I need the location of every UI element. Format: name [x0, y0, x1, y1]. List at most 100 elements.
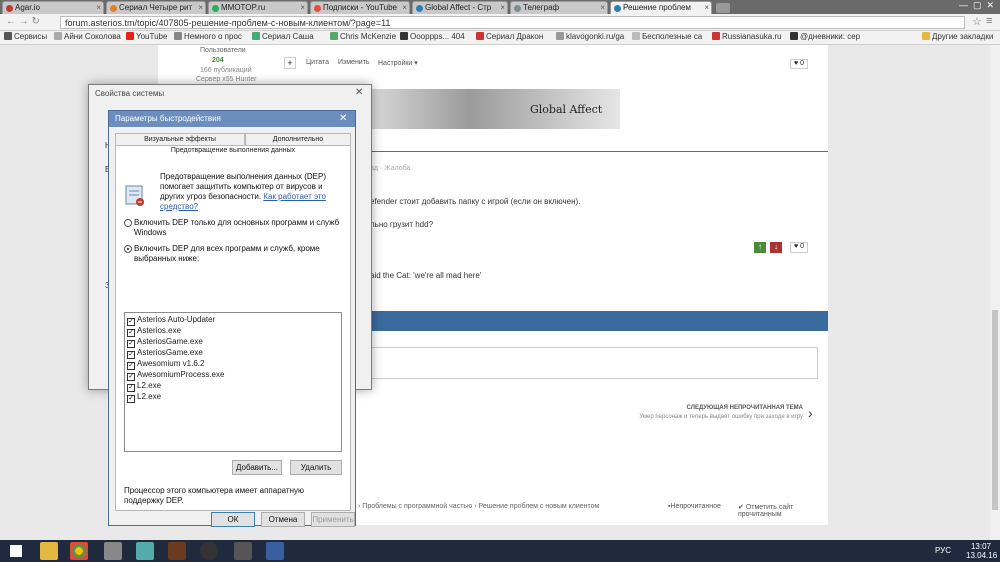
bookmark-item[interactable]: Сериал Дракон	[476, 32, 543, 41]
bookmark-item[interactable]: YouTube	[126, 32, 167, 41]
tab-series[interactable]: Сериал Четыре рит ×	[106, 1, 206, 14]
close-icon[interactable]: ×	[500, 3, 505, 12]
like-button[interactable]: ♥ 0	[790, 59, 808, 69]
bookmark-item[interactable]: Oooppps... 404	[400, 32, 465, 41]
page-icon	[712, 32, 720, 40]
checkbox[interactable]: ✓	[127, 395, 135, 403]
checkbox[interactable]: ✓	[127, 329, 135, 337]
system-properties-icon[interactable]	[266, 542, 284, 560]
menu-icon[interactable]: ≡	[986, 15, 992, 27]
cancel-button[interactable]: Отмена	[261, 512, 305, 527]
checkbox[interactable]: ✓	[127, 384, 135, 392]
close-icon[interactable]: ×	[198, 3, 203, 12]
windows-start-icon[interactable]	[10, 545, 22, 557]
add-button[interactable]: Добавить...	[232, 460, 282, 475]
dep-all-label[interactable]: Включить DEP для всех программ и служб, …	[134, 244, 344, 264]
bookmark-item[interactable]: Немного о прос	[174, 32, 242, 41]
checkbox[interactable]: ✓	[127, 351, 135, 359]
bookmark-item[interactable]: Russianasuka.ru	[712, 32, 782, 41]
checkbox[interactable]: ✓	[127, 373, 135, 381]
bookmark-item[interactable]: @дневники: сер	[790, 32, 860, 41]
multiquote-button[interactable]: +	[284, 57, 296, 69]
checkbox[interactable]: ✓	[127, 362, 135, 370]
upvote-button[interactable]: ↑	[754, 242, 766, 253]
close-icon[interactable]: ✕	[355, 87, 363, 98]
forum-favicon-icon	[416, 5, 423, 12]
list-item[interactable]: ✓ Asterios.exe	[127, 326, 181, 337]
dep-essential-radio[interactable]	[124, 219, 132, 227]
bookmark-item[interactable]: Сериал Саша	[252, 32, 314, 41]
close-icon[interactable]: ×	[96, 3, 101, 12]
game-icon[interactable]	[168, 542, 186, 560]
list-item[interactable]: ✓ Awesomium v1.6.2	[127, 359, 204, 370]
tab-dep[interactable]: Предотвращение выполнения данных	[115, 145, 351, 157]
bookmark-apps[interactable]: Сервисы	[4, 32, 47, 41]
bookmark-item[interactable]: klavogonki.ru/ga	[556, 32, 624, 41]
ok-button[interactable]: ОК	[211, 512, 255, 527]
like-button[interactable]: ♥ 0	[790, 242, 808, 253]
bookmark-other[interactable]: Другие закладки	[922, 32, 993, 41]
clock[interactable]: 13:07 13.04.16	[966, 542, 997, 560]
tab-active[interactable]: Решение проблем ×	[610, 1, 712, 15]
file-explorer-icon[interactable]	[40, 542, 58, 560]
scrollbar-thumb[interactable]	[992, 310, 998, 510]
telegraph-favicon-icon	[514, 5, 521, 12]
dep-all-radio[interactable]	[124, 245, 132, 253]
app-icon[interactable]	[104, 542, 122, 560]
close-icon[interactable]: ×	[300, 3, 305, 12]
exclusion-list[interactable]: ✓ Asterios Auto-Updater ✓ Asterios.exe ✓ As…	[124, 312, 342, 452]
tab-agar[interactable]: Agar.io ×	[2, 1, 104, 14]
unread-link[interactable]: ▪Непрочитанное	[668, 503, 721, 510]
reply-editor[interactable]	[358, 347, 818, 379]
tab-telegraph[interactable]: Телеграф ×	[510, 1, 608, 14]
checkbox[interactable]: ✓	[127, 340, 135, 348]
close-icon[interactable]: ×	[600, 3, 605, 12]
bookmark-item[interactable]: Бесполезные са	[632, 32, 702, 41]
list-item[interactable]: ✓ Asterios Auto-Updater	[127, 315, 215, 326]
edit-link[interactable]: Изменить	[338, 59, 370, 66]
next-topic-title[interactable]: Умер персонаж и теперь выдает ошибку при…	[578, 414, 803, 420]
series-favicon-icon	[110, 5, 117, 12]
language-indicator[interactable]: РУС	[935, 546, 951, 555]
list-item[interactable]: ✓ AsteriosGame.exe	[127, 348, 203, 359]
downvote-button[interactable]: ↓	[770, 242, 782, 253]
tab-global-affect[interactable]: Global Affect - Стр ×	[412, 1, 508, 14]
close-icon[interactable]: ✕	[339, 113, 347, 124]
bookmarks-bar: Сервисы Айни Соколова YouTube Немного о …	[0, 31, 1000, 45]
dialog-title: Параметры быстродействия	[109, 111, 355, 127]
chrome-icon[interactable]	[70, 542, 88, 560]
app-icon[interactable]	[200, 542, 218, 560]
url-input[interactable]: forum.asterios.tm/topic/407805-решение-п…	[60, 16, 965, 29]
list-item[interactable]: ✓ AsteriosGame.exe	[127, 337, 203, 348]
tab-youtube[interactable]: Подписки - YouTube ×	[310, 1, 410, 14]
report-link[interactable]: ад · Жалоба	[370, 165, 410, 172]
list-item[interactable]: ✓ AwesomiumProcess.exe	[127, 370, 224, 381]
star-icon[interactable]: ☆	[972, 15, 982, 28]
settings-link[interactable]: Настройки ▾	[378, 59, 418, 67]
chevron-right-icon[interactable]: ›	[808, 405, 813, 421]
post-count: 166 публикаций	[200, 67, 252, 74]
apply-button[interactable]: Применить	[311, 512, 355, 527]
page-icon	[632, 32, 640, 40]
bookmark-item[interactable]: Chris McKenzie	[330, 32, 396, 41]
checkbox[interactable]: ✓	[127, 318, 135, 326]
quote-link[interactable]: Цитата	[306, 59, 329, 66]
user-group: Пользователи	[200, 47, 246, 54]
list-item[interactable]: ✓ L2.exe	[127, 381, 161, 392]
app-icon[interactable]	[136, 542, 154, 560]
tab-strip: Agar.io × Сериал Четыре рит × MMOTOP.ru × П…	[0, 0, 1000, 15]
list-item[interactable]: ✓ L2.exe	[127, 392, 161, 403]
new-tab-button[interactable]	[716, 3, 730, 13]
dep-essential-label[interactable]: Включить DEP только для основных програм…	[134, 218, 344, 238]
page-icon	[556, 32, 564, 40]
window-controls[interactable]: — ▢ ✕	[930, 0, 1000, 14]
remove-button[interactable]: Удалить	[290, 460, 342, 475]
close-icon[interactable]: ×	[402, 3, 407, 12]
mark-read-link[interactable]: ✔ Отметить сайт прочитанным	[738, 503, 828, 518]
nav-buttons[interactable]: ← → ↻	[6, 16, 40, 27]
close-icon[interactable]: ×	[704, 3, 709, 12]
signature-banner: Global Affect	[370, 89, 620, 129]
bookmark-item[interactable]: Айни Соколова	[54, 32, 121, 41]
tab-mmotop[interactable]: MMOTOP.ru ×	[208, 1, 308, 14]
app-icon[interactable]	[234, 542, 252, 560]
